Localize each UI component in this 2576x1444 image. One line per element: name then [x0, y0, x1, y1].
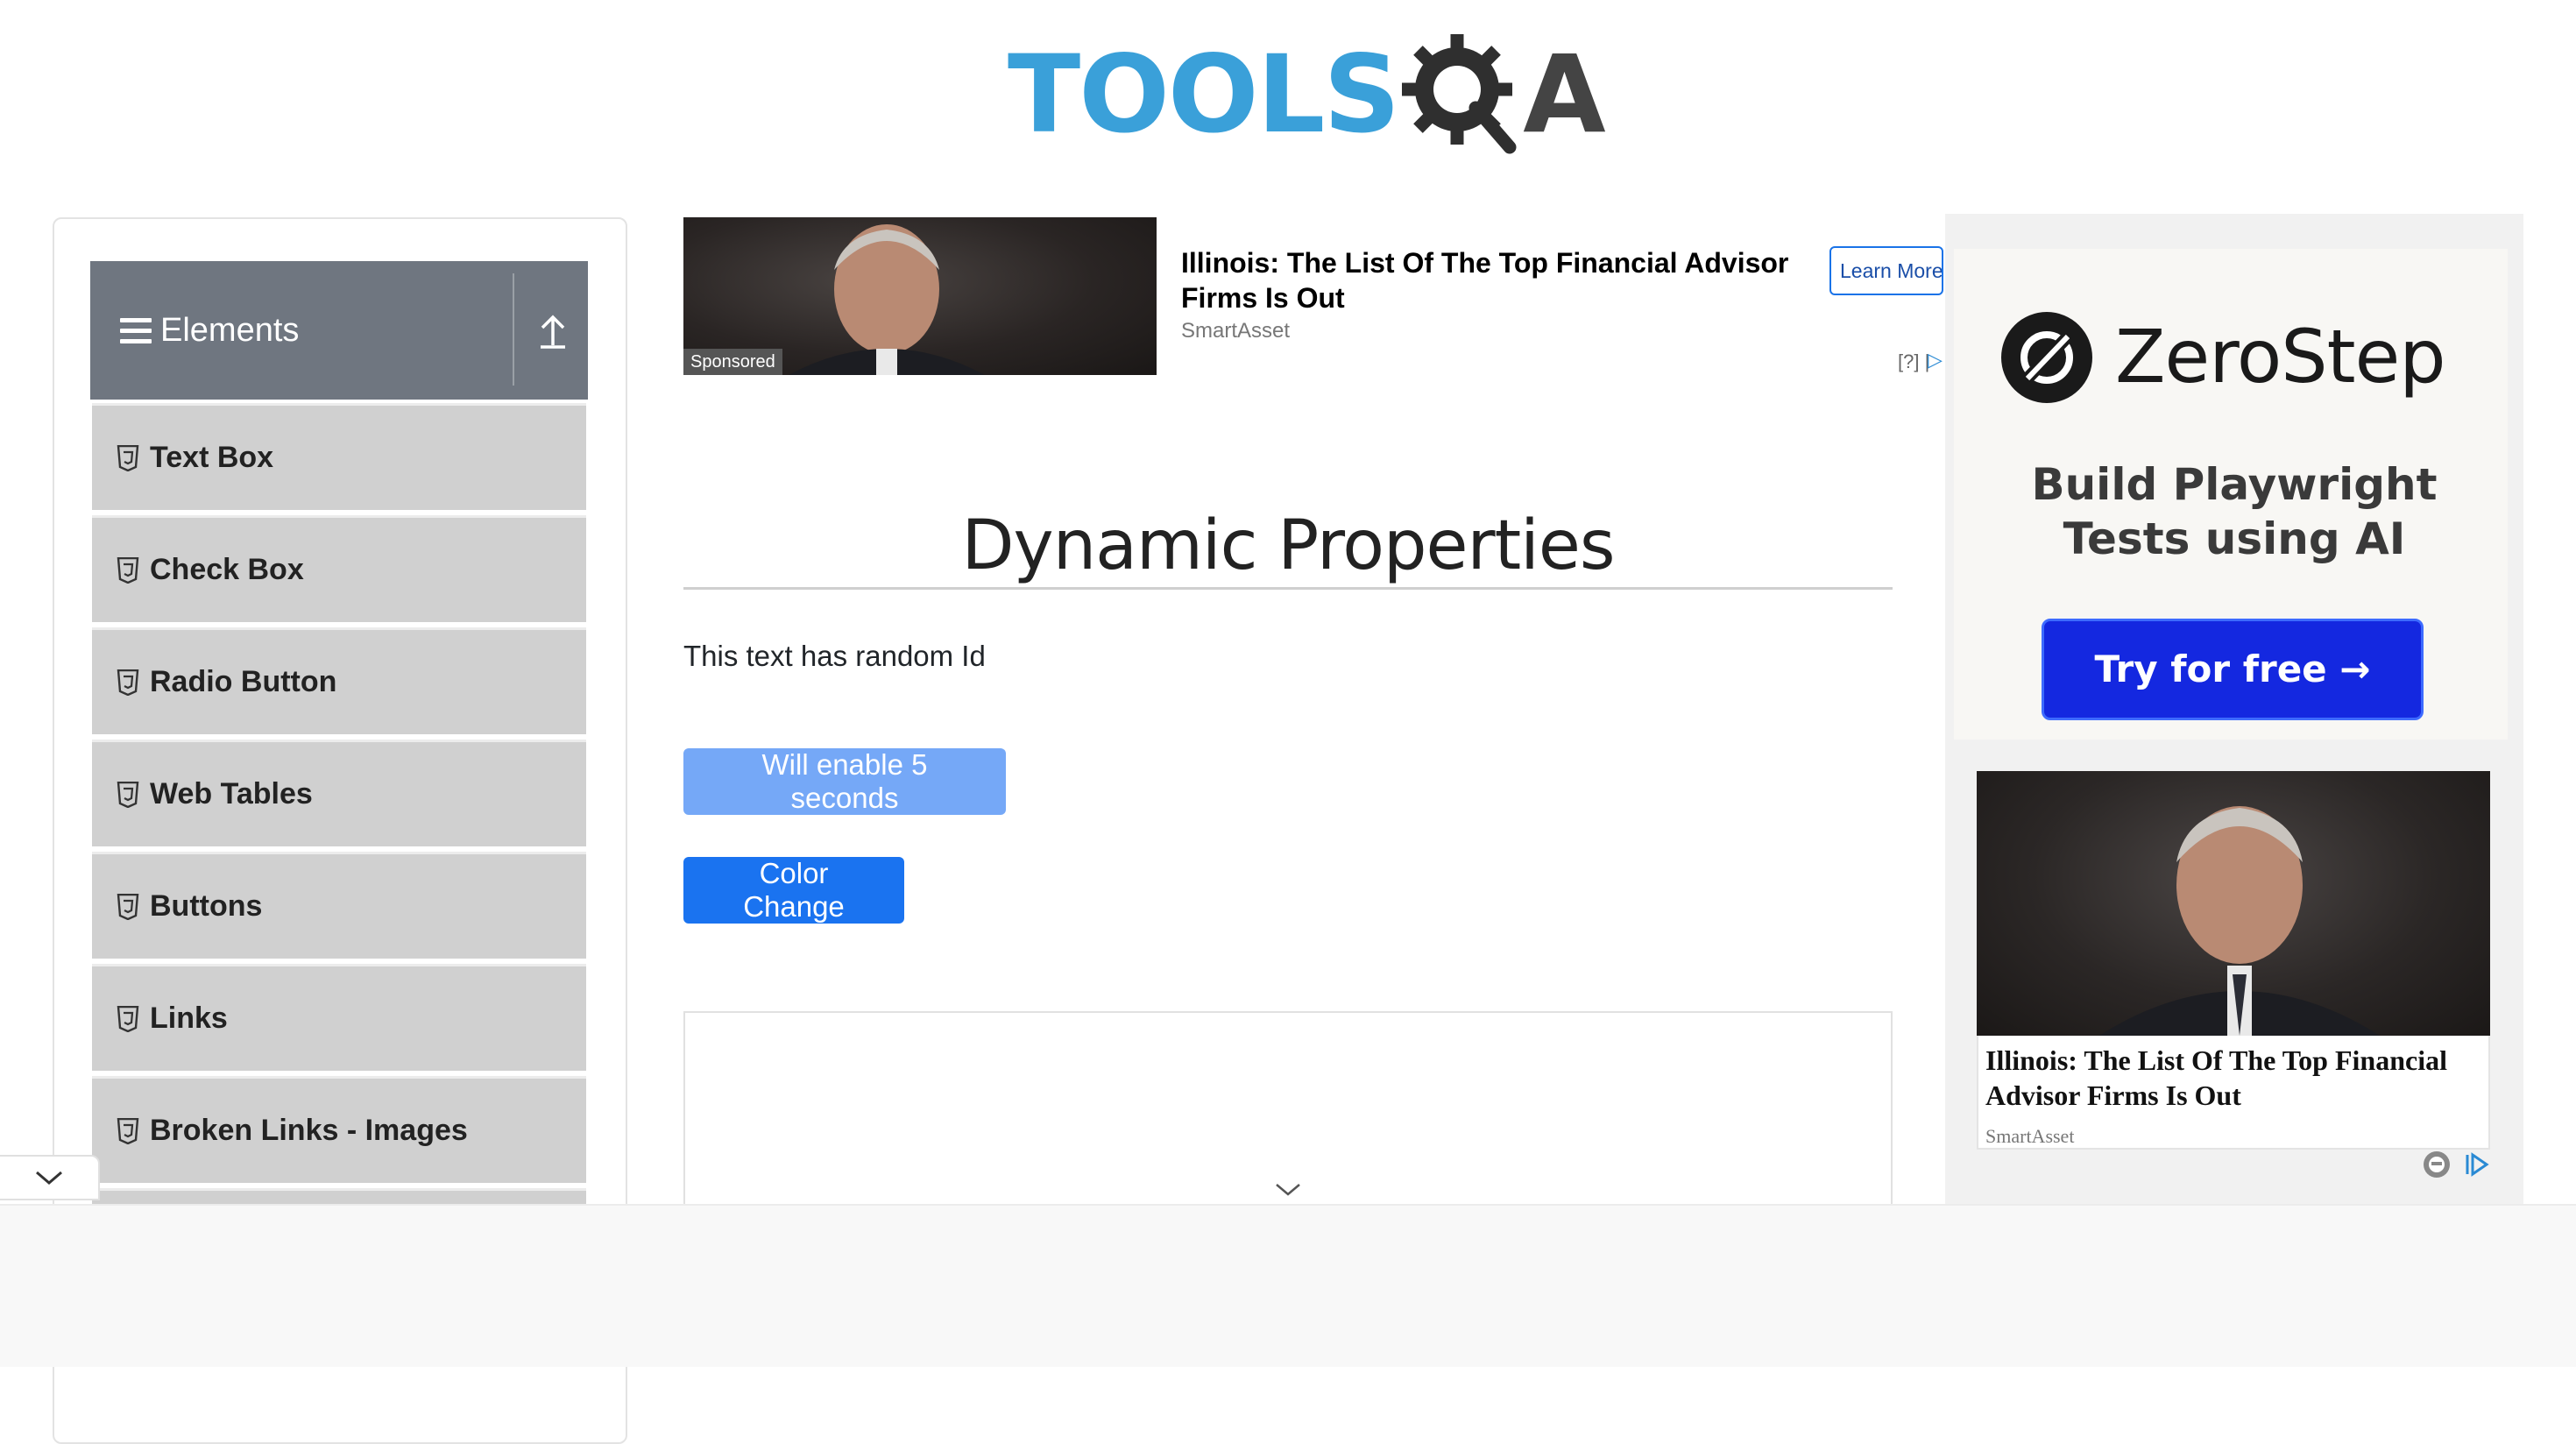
sidebar-item-label: Broken Links - Images: [150, 1114, 468, 1147]
upload-icon[interactable]: [535, 305, 570, 357]
sidebar-item-label: Radio Button: [150, 665, 337, 698]
learn-more-button[interactable]: Learn More: [1829, 246, 1943, 295]
html5-icon: [117, 444, 139, 471]
random-id-text: This text has random Id: [683, 640, 986, 672]
ad-portrait-image: [2099, 806, 2380, 1036]
collapse-toggle[interactable]: [0, 1155, 100, 1200]
bottom-ad-bar: [0, 1204, 2576, 1367]
ad-headline[interactable]: Illinois: The List Of The Top Financial …: [1181, 245, 1794, 315]
zerostep-brand: ZeroStep: [2115, 314, 2446, 400]
logo-text-a: A: [1523, 32, 1605, 157]
right-ad-headline[interactable]: Illinois: The List Of The Top Financial …: [1985, 1043, 2476, 1113]
page-title: Dynamic Properties: [961, 506, 1616, 586]
html5-icon: [117, 1117, 139, 1144]
hamburger-icon: [120, 317, 152, 343]
site-logo[interactable]: TOOLS A: [1008, 25, 1606, 165]
sidebar-group-elements[interactable]: Elements: [90, 261, 588, 400]
ad-source: SmartAsset: [1181, 319, 1291, 343]
enable-after-button[interactable]: Will enable 5 seconds: [683, 748, 1006, 815]
sidebar-item-label: Check Box: [150, 553, 304, 586]
ad-info-icon[interactable]: [2422, 1150, 2452, 1179]
chevron-down-icon: [36, 1171, 62, 1185]
sidebar-item-buttons[interactable]: Buttons: [92, 852, 586, 959]
sidebar-item-web-tables[interactable]: Web Tables: [92, 740, 586, 846]
right-ad-image[interactable]: [1977, 771, 2490, 1036]
sidebar-item-label: Buttons: [150, 889, 263, 923]
header-divider: [513, 273, 514, 386]
sidebar-item-links[interactable]: Links: [92, 964, 586, 1071]
sidebar-item-check-box[interactable]: Check Box: [92, 515, 586, 622]
title-divider: [683, 587, 1893, 590]
adchoices-icon[interactable]: [2464, 1151, 2490, 1178]
sidebar-group-title: Elements: [160, 311, 300, 349]
logo-text-tools: TOOLS: [1008, 32, 1400, 157]
html5-icon: [117, 781, 139, 808]
html5-icon: [117, 1005, 139, 1032]
adchoices-icon[interactable]: ▷: [1928, 349, 1943, 372]
chevron-down-icon[interactable]: [1274, 1181, 1302, 1199]
zerostep-tagline: Build Playwright Tests using AI: [2031, 459, 2438, 564]
sidebar-item-label: Text Box: [150, 441, 274, 474]
sponsored-label: Sponsored: [683, 349, 782, 375]
color-change-button[interactable]: Color Change: [683, 857, 904, 924]
sidebar-item-text-box[interactable]: Text Box: [92, 403, 586, 510]
right-ad-icons[interactable]: [2422, 1150, 2490, 1179]
html5-icon: [117, 556, 139, 584]
sidebar-item-radio-button[interactable]: Radio Button: [92, 627, 586, 734]
sidebar-item-label: Links: [150, 1002, 228, 1035]
right-ad-source: SmartAsset: [1985, 1125, 2075, 1147]
html5-icon: [117, 893, 139, 920]
zerostep-logo-icon: [2001, 312, 2092, 403]
sidebar-item-broken-links-images[interactable]: Broken Links - Images: [92, 1076, 586, 1183]
logo-gear-magnifier-icon: [1402, 34, 1517, 154]
sidebar-item-label: Web Tables: [150, 777, 313, 810]
html5-icon: [117, 669, 139, 696]
ad-choices-label[interactable]: [?] |: [1898, 350, 1929, 373]
try-for-free-button[interactable]: Try for free →: [2042, 619, 2424, 720]
